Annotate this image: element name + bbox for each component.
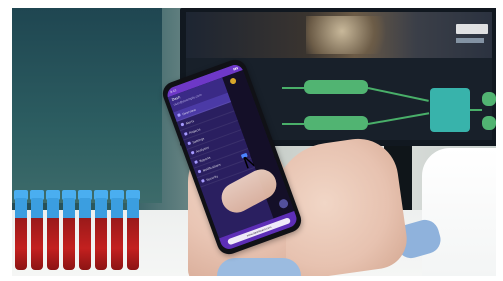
menu-item-icon bbox=[177, 113, 181, 118]
test-tube bbox=[79, 198, 91, 270]
workflow-connector bbox=[282, 123, 304, 125]
lab-coat bbox=[422, 148, 496, 276]
workflow-node bbox=[482, 92, 496, 106]
test-tube-rack bbox=[12, 190, 148, 276]
monitor-map bbox=[306, 16, 396, 54]
new-badge: New bbox=[240, 142, 280, 172]
test-tube bbox=[111, 198, 123, 270]
workflow-node bbox=[482, 116, 496, 130]
menu-item-icon bbox=[187, 141, 192, 146]
browser-url: www.dashboard.com bbox=[246, 225, 272, 238]
menu-item-icon bbox=[183, 131, 188, 136]
menu-item-icon bbox=[190, 150, 195, 155]
test-tube bbox=[15, 198, 27, 270]
menu-item-label: Projects bbox=[188, 126, 201, 135]
workflow-node bbox=[304, 116, 368, 130]
menu-item-icon bbox=[194, 160, 198, 165]
test-tube bbox=[63, 198, 75, 270]
menu-item-icon bbox=[180, 122, 185, 127]
menu-item-label: Settings bbox=[191, 136, 205, 144]
menu-item-label: Alerts bbox=[184, 118, 195, 126]
workflow-connector bbox=[367, 87, 429, 102]
menu-item-label: Security bbox=[205, 173, 219, 182]
monitor-panel-title bbox=[456, 24, 488, 34]
floating-action-button[interactable] bbox=[277, 197, 290, 210]
left-sleeve bbox=[217, 258, 301, 276]
workflow-connector bbox=[367, 112, 430, 125]
workflow-node bbox=[430, 88, 470, 132]
photo: 9:41 ▮▮▮ Dash user@example.com Overview … bbox=[0, 0, 503, 281]
profile-avatar-icon[interactable] bbox=[229, 77, 237, 85]
workflow-connector bbox=[282, 87, 304, 89]
menu-item-icon bbox=[200, 178, 205, 183]
monitor-panel-subtitle bbox=[456, 38, 484, 43]
scene: 9:41 ▮▮▮ Dash user@example.com Overview … bbox=[12, 8, 496, 276]
menu-item-icon bbox=[197, 169, 202, 174]
test-tube bbox=[31, 198, 43, 270]
test-tube bbox=[95, 198, 107, 270]
workflow-connector bbox=[470, 109, 482, 111]
menu-item-label: Reports bbox=[198, 155, 211, 163]
test-tube bbox=[47, 198, 59, 270]
background-window bbox=[12, 8, 162, 203]
workflow-node bbox=[304, 80, 368, 94]
test-tube bbox=[127, 198, 139, 270]
